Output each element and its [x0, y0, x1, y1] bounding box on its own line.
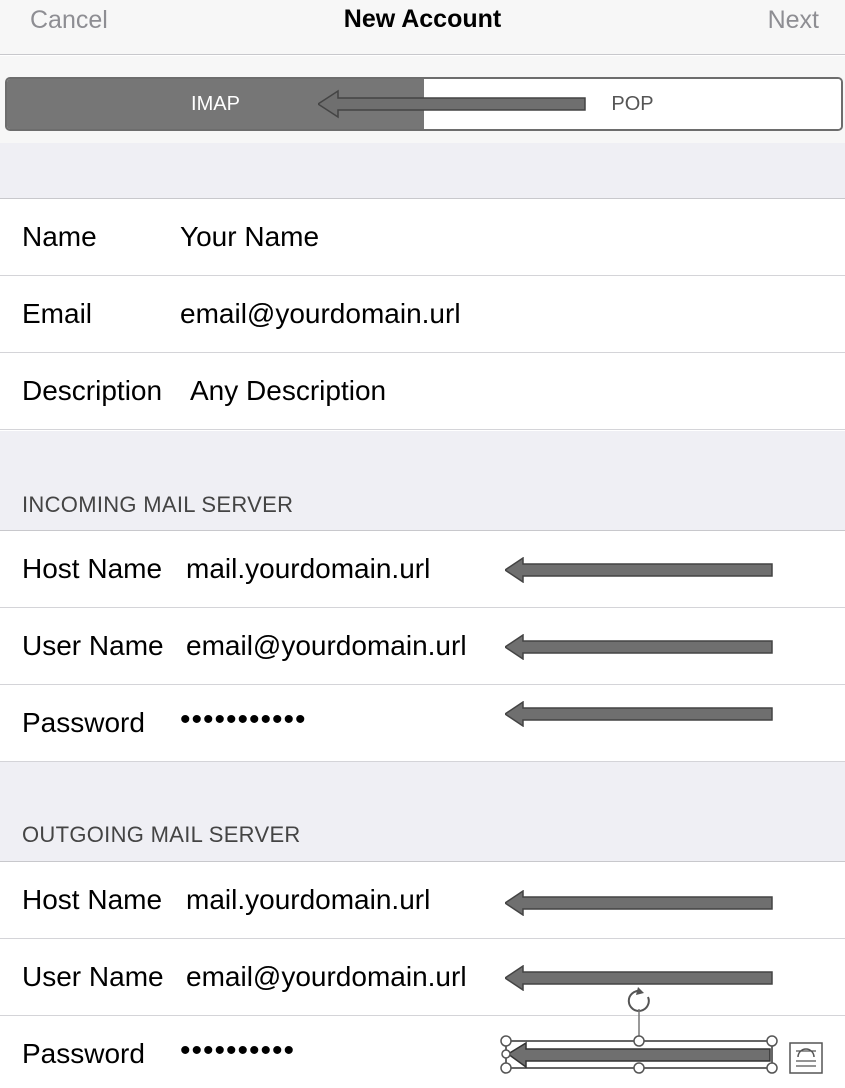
section-spacer [0, 143, 845, 199]
incoming-host-field[interactable]: mail.yourdomain.url [186, 553, 430, 585]
incoming-user-label: User Name [22, 630, 164, 661]
selected-arrow-shape[interactable] [494, 985, 834, 1085]
incoming-password-row[interactable]: Password ••••••••••• [0, 685, 845, 762]
description-label: Description [22, 375, 163, 406]
incoming-section-header: INCOMING MAIL SERVER [22, 492, 294, 517]
annotation-arrow-left-icon [318, 89, 586, 119]
email-field[interactable]: email@yourdomain.url [180, 298, 461, 330]
incoming-user-row[interactable]: User Name email@yourdomain.url [0, 608, 845, 685]
next-button[interactable]: Next [768, 6, 819, 35]
incoming-section-header-band: INCOMING MAIL SERVER [0, 431, 845, 531]
outgoing-host-field[interactable]: mail.yourdomain.url [186, 884, 430, 916]
incoming-host-label: Host Name [22, 553, 163, 584]
outgoing-host-label: Host Name [22, 884, 163, 915]
outgoing-user-label: User Name [22, 961, 164, 992]
outgoing-user-field[interactable]: email@yourdomain.url [186, 961, 467, 993]
email-label: Email [22, 298, 93, 329]
outgoing-host-row[interactable]: Host Name mail.yourdomain.url [0, 862, 845, 939]
incoming-host-row[interactable]: Host Name mail.yourdomain.url [0, 531, 845, 608]
rotate-handle-icon[interactable] [627, 987, 650, 1012]
annotation-arrow-left-icon [505, 557, 773, 583]
name-label: Name [22, 221, 97, 252]
incoming-password-field[interactable]: ••••••••••• [180, 703, 307, 737]
name-row[interactable]: Name Your Name [0, 199, 845, 276]
email-row[interactable]: Email email@yourdomain.url [0, 276, 845, 353]
layout-options-icon[interactable] [789, 1042, 823, 1074]
outgoing-section-header: OUTGOING MAIL SERVER [22, 822, 301, 847]
incoming-password-label: Password [22, 707, 145, 738]
outgoing-password-label: Password [22, 1038, 145, 1069]
annotation-arrow-left-icon [505, 701, 773, 727]
page-title: New Account [343, 5, 502, 33]
outgoing-section-header-band: OUTGOING MAIL SERVER [0, 762, 845, 862]
annotation-arrow-left-icon [505, 634, 773, 660]
outgoing-password-field[interactable]: •••••••••• [180, 1034, 295, 1068]
incoming-user-field[interactable]: email@yourdomain.url [186, 630, 467, 662]
protocol-selector-area: IMAP POP [0, 56, 845, 143]
annotation-arrow-left-icon [505, 890, 773, 916]
description-field[interactable]: Any Description [190, 375, 386, 407]
navigation-bar: Cancel New Account Next [0, 0, 845, 55]
description-row[interactable]: Description Any Description [0, 353, 845, 430]
name-field[interactable]: Your Name [180, 221, 319, 253]
